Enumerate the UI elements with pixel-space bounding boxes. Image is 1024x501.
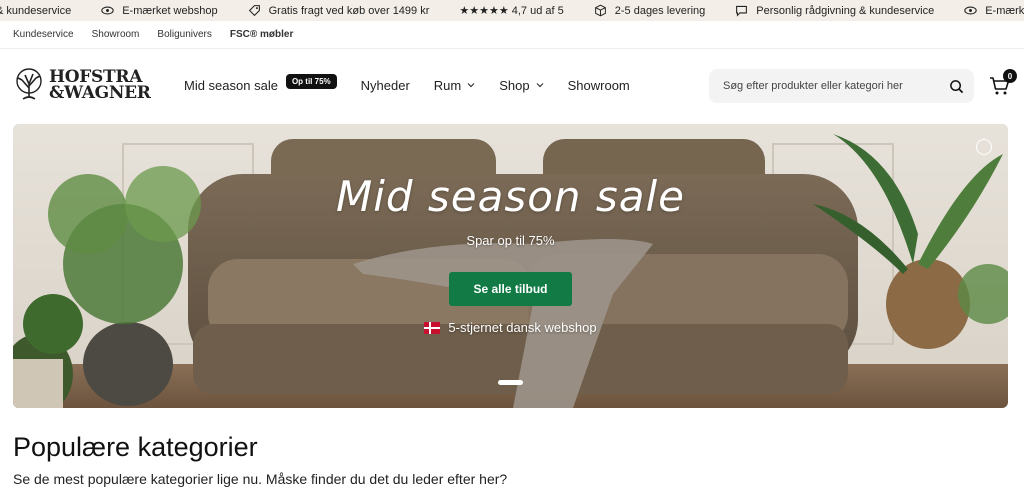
nav-item-rooms[interactable]: Rum <box>434 78 475 93</box>
nav-shop-label: Shop <box>499 77 530 93</box>
announcement-item: & kundeservice <box>0 5 71 17</box>
main-nav: Mid season sale Op til 75% Nyheder Rum S… <box>184 73 654 93</box>
site-header: HOFSTRA &WAGNER Mid season sale Op til 7… <box>0 49 1024 121</box>
announcement-item: E-mærket w <box>964 4 1024 17</box>
chevron-down-icon <box>467 83 475 88</box>
sale-badge: Op til 75% <box>285 73 337 89</box>
chat-icon <box>736 5 748 17</box>
slider-pause-icon[interactable] <box>976 139 992 155</box>
announcement-text: Personlig rådgivning & kundeservice <box>756 4 935 17</box>
link-kundeservice[interactable]: Kundeservice <box>13 29 74 40</box>
link-fsc-mobler[interactable]: FSC® møbler <box>230 29 294 40</box>
announcement-item: Gratis fragt ved køb over 1499 kr <box>248 4 430 17</box>
announcement-item: 2-5 dages levering <box>594 4 706 17</box>
announcement-text: E-mærket w <box>985 4 1024 17</box>
eye-icon <box>101 6 114 15</box>
link-boligunivers[interactable]: Boligunivers <box>157 29 211 40</box>
announcement-item: E-mærket webshop <box>101 4 218 17</box>
announcement-item: Personlig rådgivning & kundeservice <box>735 4 934 17</box>
hero-title: Mid season sale <box>335 172 686 221</box>
nav-item-shop[interactable]: Shop <box>499 77 544 93</box>
hero-trust-text: 5-stjernet dansk webshop <box>448 320 597 335</box>
hero-subtitle: Spar op til 75% <box>466 233 555 248</box>
announcement-text: ★★★★★ 4,7 ud af 5 <box>459 5 564 17</box>
search-input[interactable] <box>723 80 949 92</box>
announcement-bar: & kundeservice E-mærket webshop Gratis f… <box>0 0 1024 21</box>
search-icon[interactable] <box>949 79 964 94</box>
logo-line-2: &WAGNER <box>49 83 151 103</box>
categories-subtitle: Se de mest populære kategorier lige nu. … <box>13 471 508 487</box>
box-icon <box>594 4 606 17</box>
nav-rooms-label: Rum <box>433 77 462 93</box>
nav-item-sale[interactable]: Mid season sale Op til 75% <box>184 73 337 93</box>
nav-item-showroom[interactable]: Showroom <box>568 78 630 93</box>
announcement-text: E-mærket webshop <box>122 4 218 17</box>
hero-content: Mid season sale Spar op til 75% Se alle … <box>13 124 1008 408</box>
announcement-text: Gratis fragt ved køb over 1499 kr <box>268 4 430 17</box>
categories-title: Populære kategorier <box>13 432 258 462</box>
announcement-text: & kundeservice <box>0 4 72 17</box>
slider-dot-active[interactable] <box>498 380 523 385</box>
link-showroom[interactable]: Showroom <box>92 29 140 40</box>
see-all-offers-button[interactable]: Se alle tilbud <box>449 272 572 306</box>
utility-links: Kundeservice Showroom Boligunivers FSC® … <box>0 21 1024 49</box>
nav-sale-label: Mid season sale <box>184 77 278 93</box>
hero-banner: Mid season sale Spar op til 75% Se alle … <box>13 124 1008 408</box>
hero-trust: 5-stjernet dansk webshop <box>424 320 597 335</box>
search-bar[interactable] <box>709 69 974 103</box>
announcement-text: 2-5 dages levering <box>614 4 706 17</box>
nav-showroom-label: Showroom <box>567 77 630 93</box>
logo-text: HOFSTRA &WAGNER <box>49 69 151 103</box>
chevron-down-icon <box>536 83 544 88</box>
danish-flag-icon <box>424 321 441 334</box>
nav-item-news[interactable]: Nyheder <box>361 78 410 93</box>
announcement-item: ★★★★★ 4,7 ud af 5 <box>459 4 563 17</box>
tree-logo-icon <box>16 68 42 100</box>
tag-icon <box>248 5 260 17</box>
eye-icon <box>964 6 977 15</box>
nav-news-label: Nyheder <box>360 77 410 93</box>
logo[interactable]: HOFSTRA &WAGNER <box>13 68 158 102</box>
cart-count-badge: 0 <box>1003 69 1017 83</box>
